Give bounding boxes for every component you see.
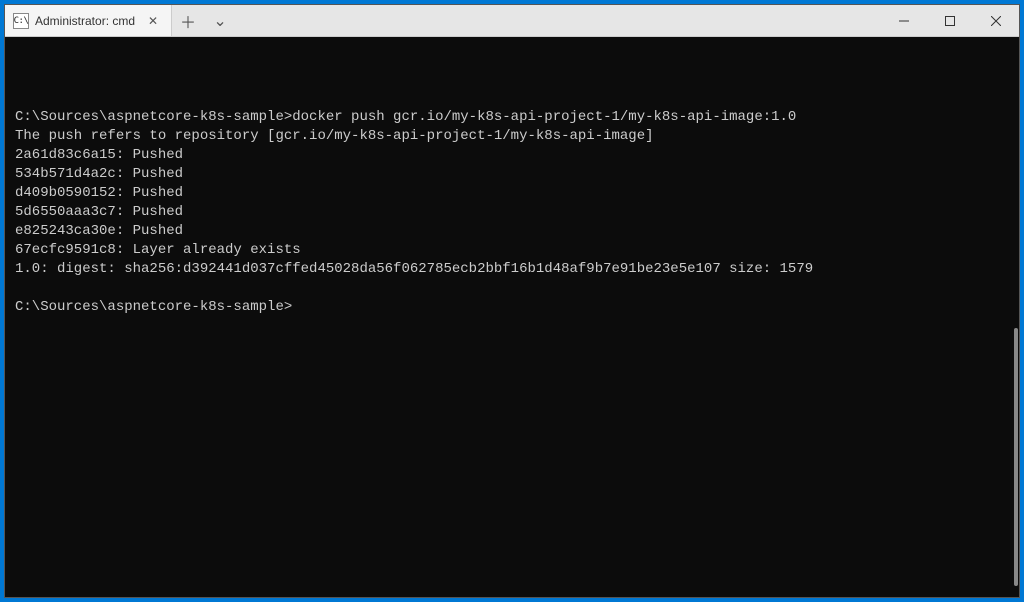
terminal-line [15, 89, 1011, 108]
terminal-line: 5d6550aaa3c7: Pushed [15, 203, 1011, 222]
minimize-button[interactable] [881, 5, 927, 37]
maximize-button[interactable] [927, 5, 973, 37]
terminal-line: The push refers to repository [gcr.io/my… [15, 127, 1011, 146]
terminal-line: C:\Sources\aspnetcore-k8s-sample>docker … [15, 108, 1011, 127]
window-controls [881, 5, 1019, 37]
chevron-down-icon: ⌄ [213, 11, 226, 31]
tab-cmd[interactable]: C:\ Administrator: cmd ✕ [5, 5, 172, 37]
terminal-output: C:\Sources\aspnetcore-k8s-sample>docker … [15, 89, 1011, 317]
terminal-line [15, 279, 1011, 298]
new-tab-button[interactable]: ＋ [172, 5, 204, 37]
titlebar: C:\ Administrator: cmd ✕ ＋ ⌄ [5, 5, 1019, 37]
close-window-button[interactable] [973, 5, 1019, 37]
terminal-line: 67ecfc9591c8: Layer already exists [15, 241, 1011, 260]
terminal-line: C:\Sources\aspnetcore-k8s-sample> [15, 298, 1011, 317]
cmd-icon: C:\ [13, 13, 29, 29]
terminal-line: 534b571d4a2c: Pushed [15, 165, 1011, 184]
scroll-thumb[interactable] [1014, 328, 1018, 586]
plus-icon: ＋ [180, 9, 196, 33]
terminal-window: C:\ Administrator: cmd ✕ ＋ ⌄ C:\Sources\… [4, 4, 1020, 598]
maximize-icon [945, 16, 955, 26]
terminal-line: 2a61d83c6a15: Pushed [15, 146, 1011, 165]
titlebar-drag-area[interactable] [236, 5, 881, 37]
terminal-line: e825243ca30e: Pushed [15, 222, 1011, 241]
tab-dropdown-button[interactable]: ⌄ [204, 5, 236, 37]
scrollbar[interactable] [1006, 37, 1018, 597]
tab-title: Administrator: cmd [35, 14, 135, 28]
terminal-line: d409b0590152: Pushed [15, 184, 1011, 203]
minimize-icon [899, 16, 909, 26]
terminal-area[interactable]: C:\Sources\aspnetcore-k8s-sample>docker … [5, 37, 1019, 597]
close-icon [991, 16, 1001, 26]
close-tab-icon[interactable]: ✕ [145, 13, 161, 29]
terminal-line: 1.0: digest: sha256:d392441d037cffed4502… [15, 260, 1011, 279]
